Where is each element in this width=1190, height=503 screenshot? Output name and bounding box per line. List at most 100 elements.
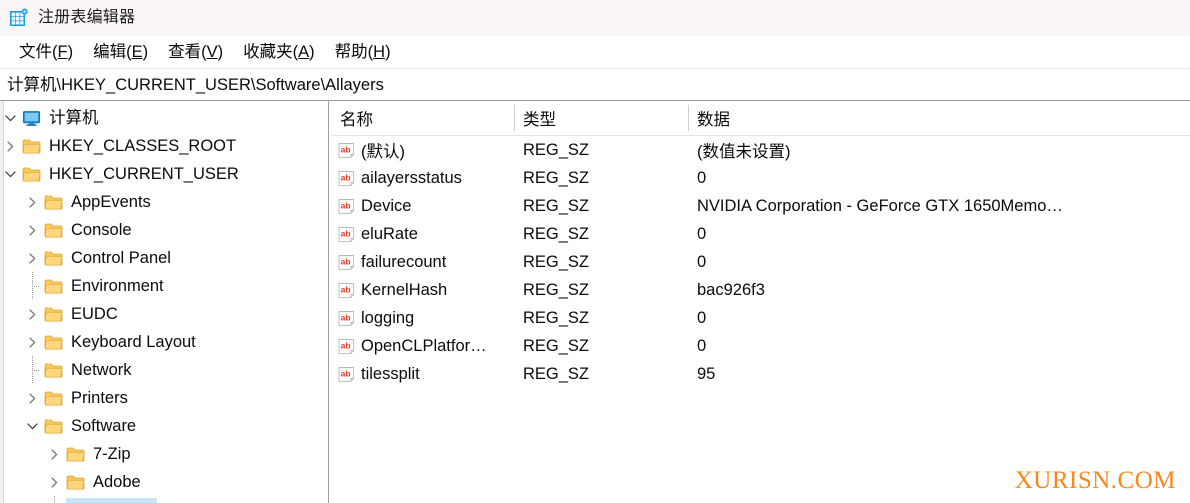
value-data-cell[interactable]: 95	[688, 360, 1190, 388]
tree-node-label-wrap[interactable]: Keyboard Layout	[44, 330, 201, 354]
table-row[interactable]: ab OpenCLPlatfor… REG_SZ 0	[331, 332, 1190, 360]
value-type-cell[interactable]: REG_SZ	[514, 164, 697, 192]
table-row[interactable]: ab (默认) REG_SZ (数值未设置)	[331, 136, 1190, 164]
value-type-cell[interactable]: REG_SZ	[514, 276, 697, 304]
address-path[interactable]: 计算机\HKEY_CURRENT_USER\Software\Allayers	[7, 74, 384, 96]
value-name-cell[interactable]: ab failurecount	[331, 248, 520, 276]
value-name-cell[interactable]: ab Device	[331, 192, 520, 220]
table-row[interactable]: ab Device REG_SZ NVIDIA Corporation - GeFor…	[331, 192, 1190, 220]
tree-node-label-wrap[interactable]: EUDC	[44, 302, 123, 326]
chevron-right-icon[interactable]	[22, 188, 44, 216]
tree-node-label-wrap[interactable]: Adobe	[66, 470, 146, 494]
registry-tree-pane[interactable]: 计算机 HKEY_CLASSES_ROOT HKEY_CURRENT_USER App…	[0, 101, 329, 503]
table-row[interactable]: ab logging REG_SZ 0	[331, 304, 1190, 332]
value-name-cell[interactable]: ab (默认)	[331, 136, 520, 164]
chevron-right-icon[interactable]	[44, 440, 66, 468]
tree-node-allayers[interactable]: Allayers	[0, 496, 328, 503]
table-row[interactable]: ab failurecount REG_SZ 0	[331, 248, 1190, 276]
menu-item-favorites[interactable]: 收藏夹(A)	[233, 41, 325, 63]
value-type-cell[interactable]: REG_SZ	[514, 248, 697, 276]
tree-node-hkey-current-user[interactable]: HKEY_CURRENT_USER	[0, 160, 328, 188]
address-bar[interactable]: 计算机\HKEY_CURRENT_USER\Software\Allayers	[0, 68, 1190, 100]
table-row[interactable]: ab KernelHash REG_SZ bac926f3	[331, 276, 1190, 304]
menu-item-file-post: )	[67, 43, 74, 61]
value-data-cell[interactable]: 0	[688, 332, 1190, 360]
value-data-cell[interactable]: bac926f3	[688, 276, 1190, 304]
column-header-type[interactable]: 类型	[514, 101, 688, 135]
value-data-cell[interactable]: NVIDIA Corporation - GeForce GTX 1650Mem…	[688, 192, 1190, 220]
tree-node-network[interactable]: Network	[0, 356, 328, 384]
tree-node-label-wrap[interactable]: Network	[44, 358, 137, 382]
registry-values-pane[interactable]: 名称 类型 数据 ab (默认) REG_SZ (数值未设置) ab ailayersstat…	[331, 101, 1190, 503]
tree-node-control-panel[interactable]: Control Panel	[0, 244, 328, 272]
tree-node-adobe[interactable]: Adobe	[0, 468, 328, 496]
tree-node-[interactable]: 计算机	[0, 104, 328, 132]
column-divider[interactable]	[688, 105, 689, 131]
tree-node-label-wrap[interactable]: 7-Zip	[66, 442, 136, 466]
chevron-right-icon[interactable]	[22, 384, 44, 412]
value-data-cell[interactable]: (数值未设置)	[688, 136, 1190, 164]
column-divider[interactable]	[514, 105, 515, 131]
menu-item-edit[interactable]: 编辑(E)	[83, 41, 158, 63]
value-data-cell[interactable]: 0	[688, 220, 1190, 248]
tree-node-label-wrap[interactable]: Control Panel	[44, 246, 176, 270]
tree-node-label-wrap[interactable]: Environment	[44, 274, 169, 298]
value-type-cell[interactable]: REG_SZ	[514, 304, 697, 332]
value-name-cell[interactable]: ab OpenCLPlatfor…	[331, 332, 520, 360]
value-type-cell[interactable]: REG_SZ	[514, 192, 697, 220]
menu-item-file[interactable]: 文件(F)	[9, 41, 83, 63]
value-type-cell[interactable]: REG_SZ	[514, 136, 697, 164]
registry-editor-icon	[9, 8, 29, 28]
menu-item-help[interactable]: 帮助(H)	[325, 41, 401, 63]
value-name-cell[interactable]: ab eluRate	[331, 220, 520, 248]
chevron-right-icon[interactable]	[22, 216, 44, 244]
value-type-cell[interactable]: REG_SZ	[514, 220, 697, 248]
tree-node-label-wrap[interactable]: Allayers	[66, 498, 157, 503]
chevron-right-icon[interactable]	[0, 132, 22, 160]
table-row[interactable]: ab eluRate REG_SZ 0	[331, 220, 1190, 248]
svg-text:ab: ab	[341, 228, 351, 238]
chevron-down-icon[interactable]	[0, 104, 22, 132]
tree-node-environment[interactable]: Environment	[0, 272, 328, 300]
folder-icon	[22, 166, 42, 183]
value-data-cell[interactable]: 0	[688, 304, 1190, 332]
menu-item-view[interactable]: 查看(V)	[158, 41, 233, 63]
value-name-cell[interactable]: ab KernelHash	[331, 276, 520, 304]
value-type-cell[interactable]: REG_SZ	[514, 332, 697, 360]
column-header-name[interactable]: 名称	[331, 101, 514, 135]
column-header-data[interactable]: 数据	[688, 101, 1190, 135]
svg-text:ab: ab	[341, 340, 351, 350]
tree-node-label-wrap[interactable]: 计算机	[22, 106, 104, 130]
tree-node-printers[interactable]: Printers	[0, 384, 328, 412]
tree-node-7-zip[interactable]: 7-Zip	[0, 440, 328, 468]
tree-node-eudc[interactable]: EUDC	[0, 300, 328, 328]
table-row[interactable]: ab tilessplit REG_SZ 95	[331, 360, 1190, 388]
tree-node-console[interactable]: Console	[0, 216, 328, 244]
value-name-cell[interactable]: ab logging	[331, 304, 520, 332]
chevron-right-icon[interactable]	[22, 244, 44, 272]
chevron-down-icon[interactable]	[22, 412, 44, 440]
tree-node-appevents[interactable]: AppEvents	[0, 188, 328, 216]
chevron-right-icon[interactable]	[44, 468, 66, 496]
chevron-right-icon[interactable]	[22, 328, 44, 356]
value-name-cell[interactable]: ab tilessplit	[331, 360, 520, 388]
tree-node-label-wrap[interactable]: Software	[44, 414, 141, 438]
chevron-right-icon[interactable]	[22, 300, 44, 328]
tree-node-label-wrap[interactable]: Printers	[44, 386, 133, 410]
svg-text:ab: ab	[341, 368, 351, 378]
content-area: 计算机 HKEY_CLASSES_ROOT HKEY_CURRENT_USER App…	[0, 100, 1190, 503]
value-name-cell[interactable]: ab ailayersstatus	[331, 164, 520, 192]
value-data-cell[interactable]: 0	[688, 164, 1190, 192]
tree-node-hkey-classes-root[interactable]: HKEY_CLASSES_ROOT	[0, 132, 328, 160]
value-type-cell[interactable]: REG_SZ	[514, 360, 697, 388]
tree-node-label-wrap[interactable]: AppEvents	[44, 190, 156, 214]
tree-node-label-wrap[interactable]: HKEY_CLASSES_ROOT	[22, 134, 241, 158]
value-data-cell[interactable]: 0	[688, 248, 1190, 276]
svg-text:ab: ab	[341, 200, 351, 210]
chevron-down-icon[interactable]	[0, 160, 22, 188]
tree-node-label-wrap[interactable]: HKEY_CURRENT_USER	[22, 162, 244, 186]
tree-node-label-wrap[interactable]: Console	[44, 218, 137, 242]
tree-node-keyboard-layout[interactable]: Keyboard Layout	[0, 328, 328, 356]
tree-node-software[interactable]: Software	[0, 412, 328, 440]
table-row[interactable]: ab ailayersstatus REG_SZ 0	[331, 164, 1190, 192]
